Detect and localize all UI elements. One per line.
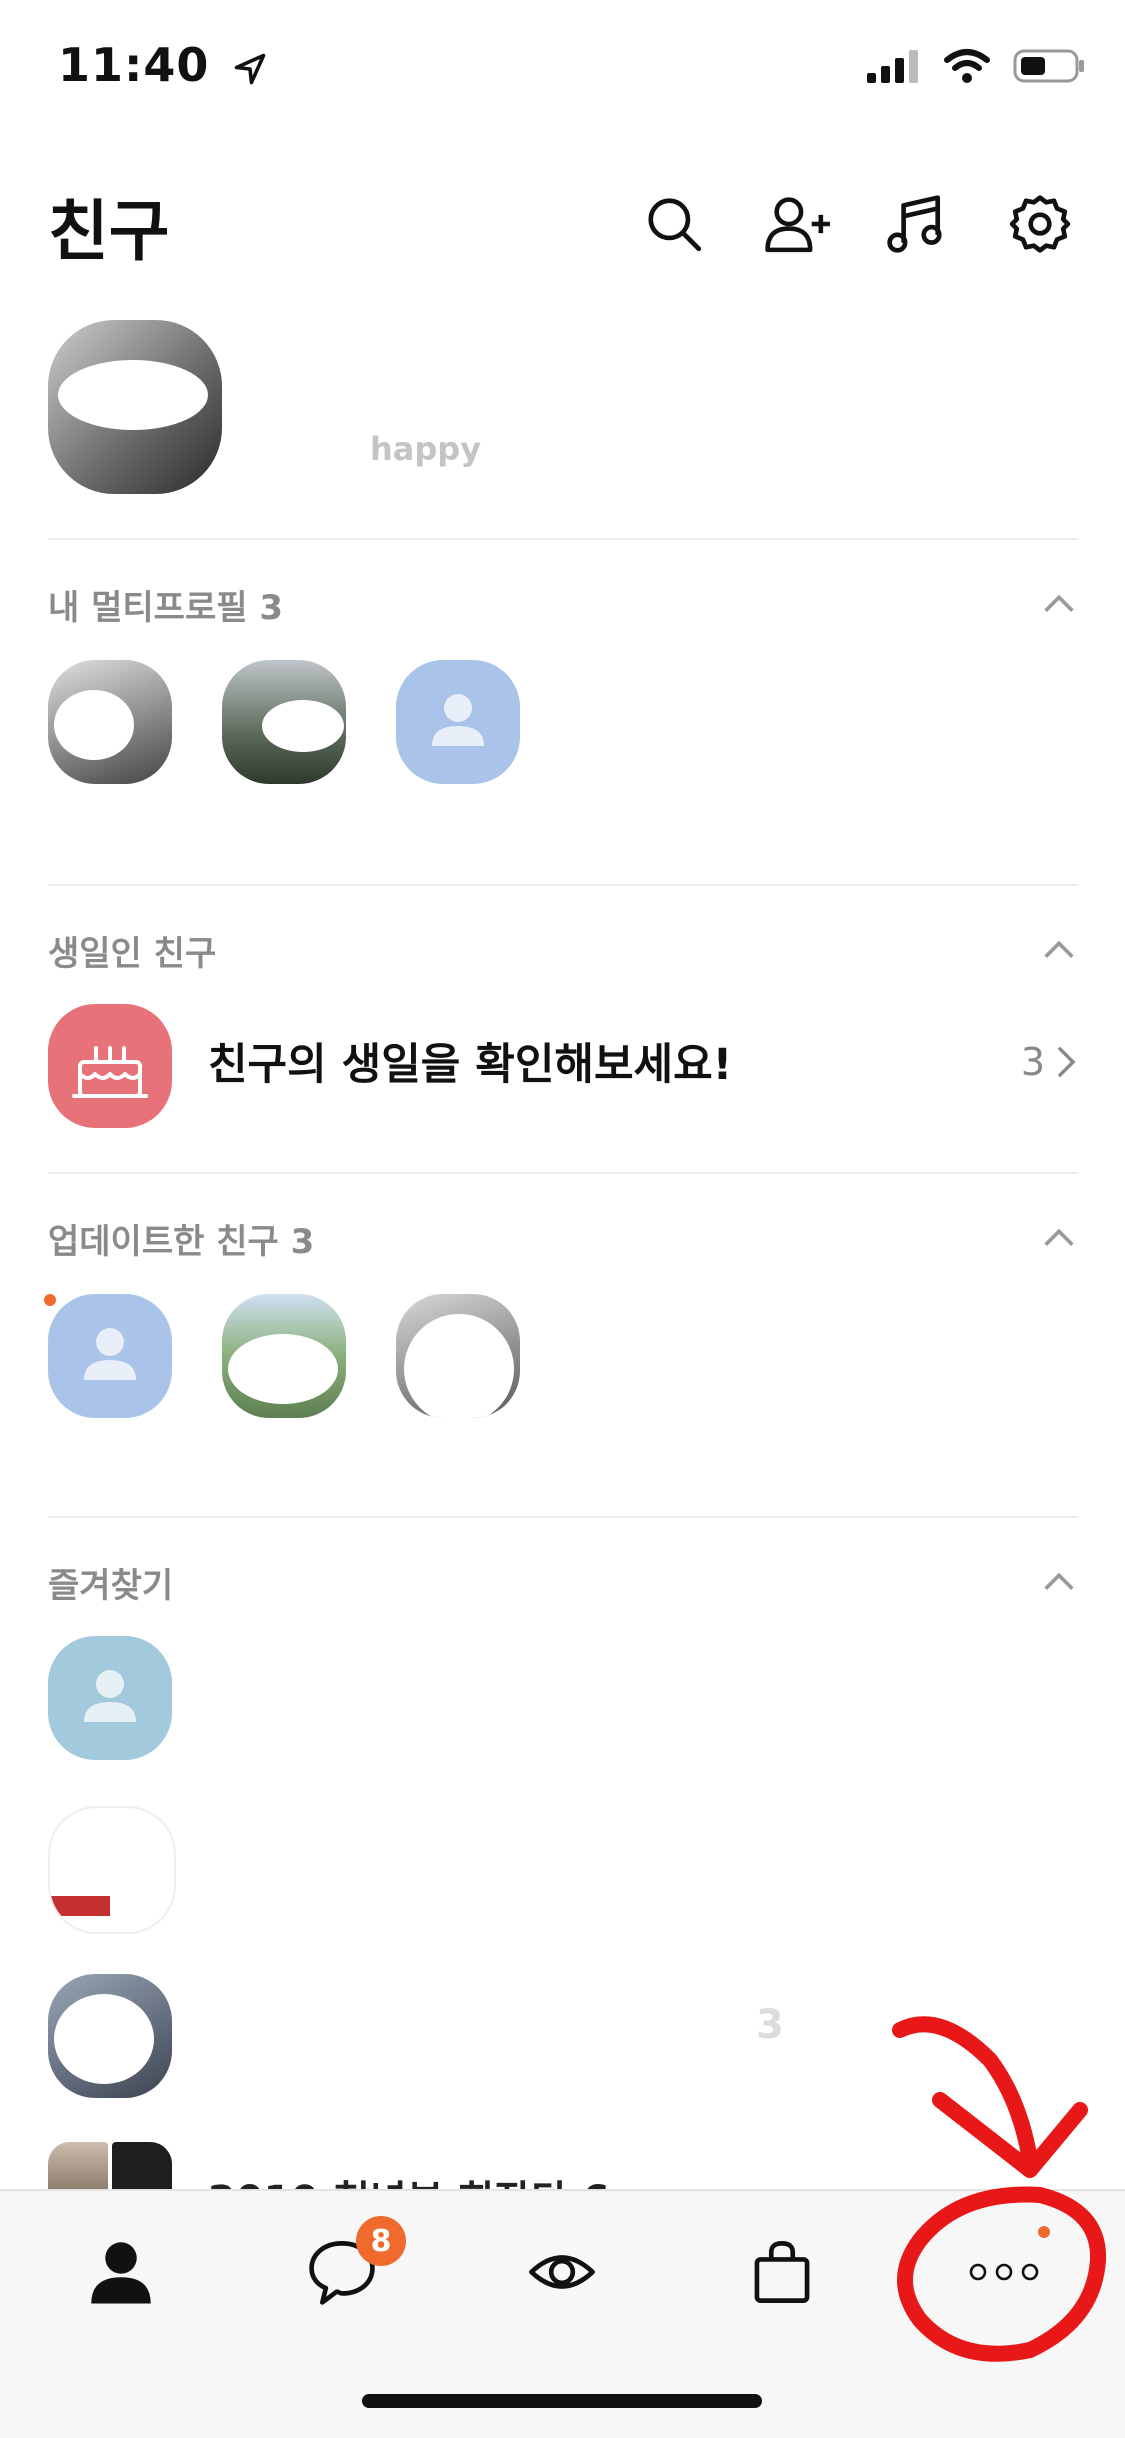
updated-friend-avatar-2[interactable] xyxy=(222,1294,346,1418)
view-icon xyxy=(529,2255,595,2289)
birthday-count: 3 xyxy=(1021,1040,1077,1084)
page-title: 친구 xyxy=(48,193,170,270)
shopping-bag-icon xyxy=(754,2241,810,2303)
location-arrow-icon xyxy=(235,53,266,84)
status-icons xyxy=(867,48,1085,84)
person-icon xyxy=(91,2242,151,2304)
new-update-dot xyxy=(44,1294,56,1306)
birthday-section-title: 생일인 친구 xyxy=(48,934,217,974)
default-person-icon xyxy=(84,1670,136,1722)
home-indicator xyxy=(362,2394,762,2408)
signal-icon xyxy=(867,50,918,83)
birthday-prompt: 친구의 생일을 확인해보세요! xyxy=(208,1040,733,1090)
add-friend-icon xyxy=(765,197,830,253)
search-icon xyxy=(648,198,702,252)
multi-profile-avatar-3[interactable] xyxy=(396,660,520,784)
updated-friends-title: 업데이트한 친구 3 xyxy=(48,1222,315,1262)
default-person-icon xyxy=(84,1328,136,1380)
favorites-title: 즐겨찾기 xyxy=(48,1566,174,1606)
chevron-right-icon xyxy=(1057,1046,1076,1078)
tab-view[interactable] xyxy=(502,2222,622,2322)
battery-icon xyxy=(1013,49,1084,83)
search-button[interactable] xyxy=(638,188,710,260)
divider xyxy=(48,884,1078,886)
multi-profile-avatar-2[interactable] xyxy=(222,660,346,784)
music-button[interactable] xyxy=(880,188,952,260)
updated-friend-avatar-3[interactable] xyxy=(396,1294,520,1418)
default-person-icon xyxy=(432,694,484,746)
updated-friend-avatar-1[interactable] xyxy=(48,1294,172,1418)
gear-icon xyxy=(1009,195,1071,253)
favorite-avatar-1 xyxy=(48,1636,172,1760)
settings-button[interactable] xyxy=(1004,188,1076,260)
chevron-up-icon[interactable] xyxy=(1039,584,1079,624)
divider xyxy=(48,1172,1078,1174)
my-avatar[interactable] xyxy=(48,320,222,494)
chevron-up-icon[interactable] xyxy=(1039,930,1079,970)
my-status-message: happy xyxy=(370,430,482,468)
wifi-icon xyxy=(944,49,990,83)
multi-profile-title: 내 멀티프로필 3 xyxy=(48,588,284,628)
divider xyxy=(48,538,1078,540)
chevron-up-icon[interactable] xyxy=(1039,1218,1079,1258)
annotation-circle-arrow xyxy=(892,2016,1107,2362)
divider xyxy=(48,1516,1078,1518)
tab-friends[interactable] xyxy=(61,2222,181,2322)
cake-icon xyxy=(72,1046,148,1098)
tab-shopping[interactable] xyxy=(722,2222,842,2322)
favorite-avatar-2 xyxy=(48,1806,176,1934)
add-friend-button[interactable] xyxy=(762,188,834,260)
favorite-avatar-3 xyxy=(48,1974,172,2098)
chat-unread-badge: 8 xyxy=(356,2216,406,2266)
music-note-icon xyxy=(887,195,942,253)
chevron-up-icon[interactable] xyxy=(1039,1562,1079,1602)
birthday-tile xyxy=(48,1004,172,1128)
status-time: 11:40 xyxy=(58,38,268,92)
favorite-name: 3 xyxy=(756,2002,784,2048)
multi-profile-avatar-1[interactable] xyxy=(48,660,172,784)
